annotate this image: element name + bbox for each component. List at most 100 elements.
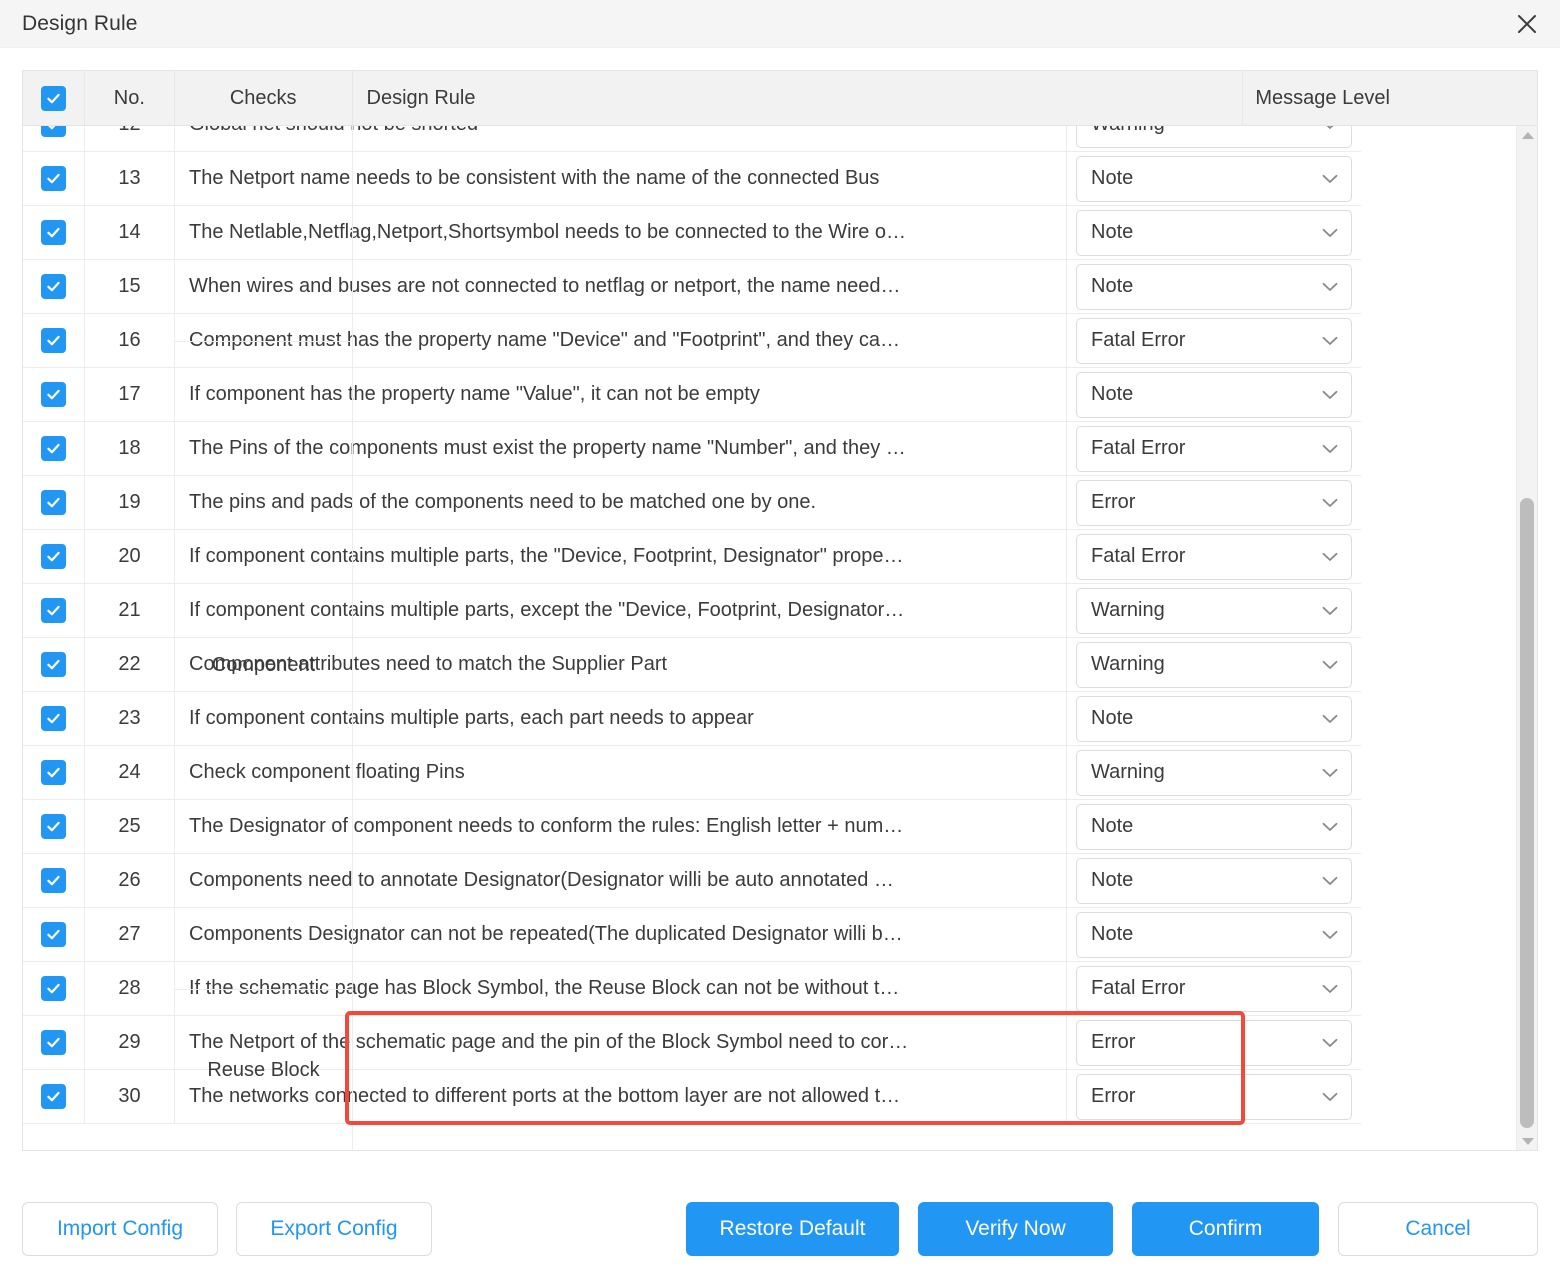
verify-now-button[interactable]: Verify Now bbox=[918, 1202, 1113, 1256]
message-level-select[interactable]: Fatal Error bbox=[1076, 318, 1352, 364]
row-number: 12 bbox=[85, 126, 175, 152]
export-config-button[interactable]: Export Config bbox=[236, 1202, 432, 1256]
message-level-select[interactable]: Note bbox=[1076, 372, 1352, 418]
row-checkbox[interactable] bbox=[41, 166, 66, 191]
row-message-level-cell: Fatal Error bbox=[1067, 314, 1361, 368]
chevron-down-icon bbox=[1322, 822, 1338, 832]
scrollbar-thumb[interactable] bbox=[1520, 498, 1534, 1128]
confirm-button[interactable]: Confirm bbox=[1132, 1202, 1319, 1256]
dialog-titlebar: Design Rule bbox=[0, 0, 1560, 48]
message-level-select[interactable]: Warning bbox=[1076, 642, 1352, 688]
chevron-down-icon bbox=[1322, 930, 1338, 940]
row-message-level-cell: Note bbox=[1067, 152, 1361, 206]
row-checkbox[interactable] bbox=[41, 922, 66, 947]
close-icon[interactable] bbox=[1512, 9, 1542, 39]
row-message-level-cell: Error bbox=[1067, 1016, 1361, 1070]
message-level-select[interactable]: Note bbox=[1076, 210, 1352, 256]
row-checkbox[interactable] bbox=[41, 598, 66, 623]
select-all-header-cell bbox=[23, 71, 85, 125]
row-number: 17 bbox=[85, 368, 175, 422]
row-message-level-cell: Note bbox=[1067, 260, 1361, 314]
row-checkbox[interactable] bbox=[41, 328, 66, 353]
message-level-select[interactable]: Note bbox=[1076, 804, 1352, 850]
row-message-level-cell: Error bbox=[1067, 1070, 1361, 1124]
row-number: 16 bbox=[85, 314, 175, 368]
row-checkbox[interactable] bbox=[41, 436, 66, 461]
row-message-level-cell: Note bbox=[1067, 800, 1361, 854]
row-checkbox[interactable] bbox=[41, 652, 66, 677]
message-level-value: Fatal Error bbox=[1091, 545, 1185, 568]
row-number: 18 bbox=[85, 422, 175, 476]
message-level-select[interactable]: Warning bbox=[1076, 750, 1352, 796]
message-level-select[interactable]: Fatal Error bbox=[1076, 966, 1352, 1012]
row-message-level-cell: Error bbox=[1067, 476, 1361, 530]
chevron-down-icon bbox=[1322, 126, 1338, 130]
row-checkbox-cell bbox=[23, 800, 85, 854]
row-checkbox-cell bbox=[23, 476, 85, 530]
row-checkbox-cell bbox=[23, 962, 85, 1016]
chevron-up-icon[interactable] bbox=[1517, 126, 1538, 144]
select-all-checkbox[interactable] bbox=[41, 86, 66, 111]
message-level-select[interactable]: Note bbox=[1076, 696, 1352, 742]
row-message-level-cell: Fatal Error bbox=[1067, 530, 1361, 584]
row-checkbox-cell bbox=[23, 638, 85, 692]
message-level-select[interactable]: Error bbox=[1076, 480, 1352, 526]
message-level-select[interactable]: Note bbox=[1076, 156, 1352, 202]
chevron-down-icon bbox=[1322, 282, 1338, 292]
chevron-down-icon bbox=[1322, 768, 1338, 778]
row-message-level-cell: Fatal Error bbox=[1067, 422, 1361, 476]
message-level-select[interactable]: Error bbox=[1076, 1074, 1352, 1120]
message-level-value: Error bbox=[1091, 1031, 1135, 1054]
row-number: 28 bbox=[85, 962, 175, 1016]
row-message-level-cell: Warning bbox=[1067, 638, 1361, 692]
row-checkbox[interactable] bbox=[41, 382, 66, 407]
row-checkbox-cell bbox=[23, 368, 85, 422]
row-checkbox[interactable] bbox=[41, 706, 66, 731]
cancel-button[interactable]: Cancel bbox=[1338, 1202, 1538, 1256]
row-checkbox[interactable] bbox=[41, 868, 66, 893]
vertical-scrollbar[interactable] bbox=[1516, 126, 1537, 1150]
chevron-down-icon[interactable] bbox=[1517, 1132, 1538, 1150]
row-message-level-cell: Note bbox=[1067, 692, 1361, 746]
row-checkbox[interactable] bbox=[41, 274, 66, 299]
import-config-button[interactable]: Import Config bbox=[22, 1202, 218, 1256]
message-level-select[interactable]: Note bbox=[1076, 264, 1352, 310]
row-checkbox[interactable] bbox=[41, 490, 66, 515]
chevron-down-icon bbox=[1322, 390, 1338, 400]
row-number: 15 bbox=[85, 260, 175, 314]
message-level-value: Error bbox=[1091, 1085, 1135, 1108]
message-level-select[interactable]: Note bbox=[1076, 912, 1352, 958]
chevron-down-icon bbox=[1322, 444, 1338, 454]
row-checkbox[interactable] bbox=[41, 126, 66, 137]
restore-default-button[interactable]: Restore Default bbox=[686, 1202, 899, 1256]
checks-group-cell: Reuse Block bbox=[175, 990, 353, 1150]
row-checkbox-cell bbox=[23, 908, 85, 962]
row-number: 26 bbox=[85, 854, 175, 908]
row-checkbox[interactable] bbox=[41, 1030, 66, 1055]
row-checkbox[interactable] bbox=[41, 544, 66, 569]
row-checkbox-cell bbox=[23, 152, 85, 206]
message-level-select[interactable]: Warning bbox=[1076, 588, 1352, 634]
footer-left-group: Import Config Export Config bbox=[22, 1202, 432, 1256]
row-number: 20 bbox=[85, 530, 175, 584]
message-level-select[interactable]: Note bbox=[1076, 858, 1352, 904]
message-level-select[interactable]: Fatal Error bbox=[1076, 534, 1352, 580]
row-number: 27 bbox=[85, 908, 175, 962]
message-level-select[interactable]: Error bbox=[1076, 1020, 1352, 1066]
row-message-level-cell: Note bbox=[1067, 908, 1361, 962]
message-level-select[interactable]: Fatal Error bbox=[1076, 426, 1352, 472]
row-checkbox[interactable] bbox=[41, 760, 66, 785]
row-number: 14 bbox=[85, 206, 175, 260]
row-checkbox[interactable] bbox=[41, 814, 66, 839]
row-checkbox[interactable] bbox=[41, 220, 66, 245]
row-checkbox[interactable] bbox=[41, 976, 66, 1001]
message-level-select[interactable]: Warning bbox=[1076, 126, 1352, 148]
chevron-down-icon bbox=[1322, 876, 1338, 886]
column-header-no: No. bbox=[85, 71, 175, 125]
message-level-value: Warning bbox=[1091, 599, 1165, 622]
row-number: 30 bbox=[85, 1070, 175, 1124]
row-number: 13 bbox=[85, 152, 175, 206]
row-checkbox-cell bbox=[23, 530, 85, 584]
row-checkbox[interactable] bbox=[41, 1084, 66, 1109]
message-level-value: Warning bbox=[1091, 653, 1165, 676]
